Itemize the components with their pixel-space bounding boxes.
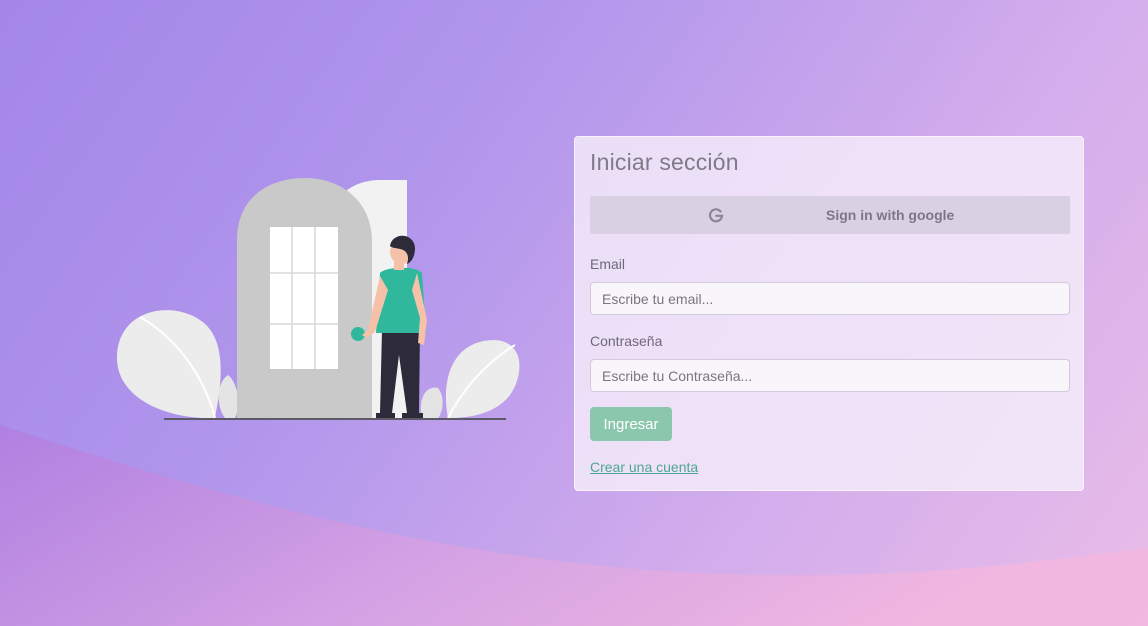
google-signin-button[interactable]: Sign in with google <box>590 196 1070 234</box>
login-submit-button[interactable]: Ingresar <box>590 407 672 441</box>
password-label: Contraseña <box>590 333 663 349</box>
person-opening-door-illustration <box>116 178 520 420</box>
email-label: Email <box>590 256 626 272</box>
right-plant <box>420 340 520 419</box>
password-input[interactable] <box>590 359 1070 392</box>
email-input[interactable] <box>590 282 1070 315</box>
door-knob <box>351 327 365 341</box>
google-signin-label: Sign in with google <box>826 207 955 223</box>
google-icon <box>708 208 724 223</box>
create-account-link[interactable]: Crear una cuenta <box>590 459 698 475</box>
login-title: Iniciar sección <box>590 149 739 175</box>
door-window <box>270 227 338 369</box>
left-plant <box>116 310 239 419</box>
login-card: Iniciar sección Sign in with google Emai… <box>574 136 1084 491</box>
